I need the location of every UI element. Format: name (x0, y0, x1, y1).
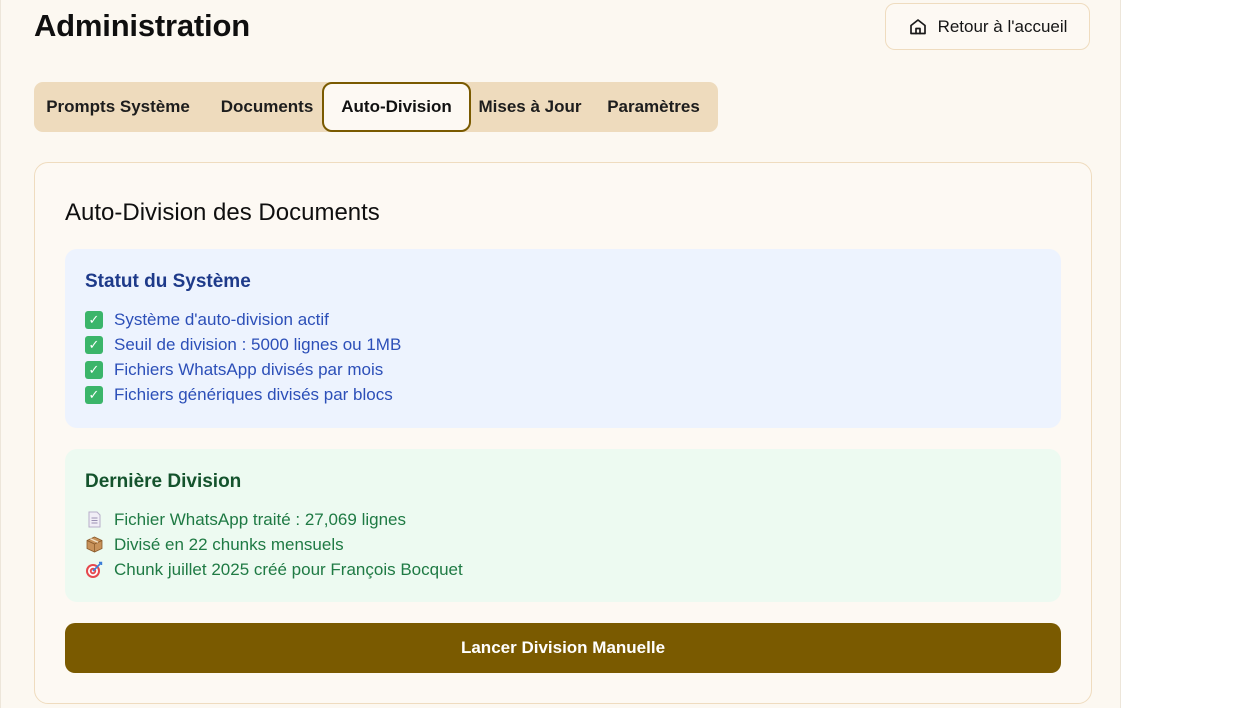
status-item-text: Système d'auto-division actif (114, 309, 329, 329)
status-item-text: Fichiers génériques divisés par blocs (114, 384, 393, 404)
status-item: ✓ Système d'auto-division actif (85, 307, 1041, 332)
admin-tabs: Prompts Système Documents Auto-Division … (34, 82, 718, 132)
last-division-panel: Dernière Division Fichier WhatsApp trait… (65, 449, 1061, 602)
card-title: Auto-Division des Documents (65, 199, 380, 226)
page-title: Administration (34, 8, 250, 43)
tab-prompts-systeme[interactable]: Prompts Système (44, 82, 192, 132)
last-division-item: Fichier WhatsApp traité : 27,069 lignes (85, 507, 1041, 532)
back-to-home-label: Retour à l'accueil (937, 16, 1068, 36)
status-item-text: Seuil de division : 5000 lignes ou 1MB (114, 334, 402, 354)
check-mark-icon: ✓ (85, 360, 103, 379)
admin-page: Administration Retour à l'accueil Prompt… (0, 0, 1121, 708)
tab-auto-division[interactable]: Auto-Division (322, 82, 471, 132)
system-status-panel: Statut du Système ✓ Système d'auto-divis… (65, 249, 1061, 428)
last-division-item: Divisé en 22 chunks mensuels (85, 532, 1041, 557)
manual-division-button[interactable]: Lancer Division Manuelle (65, 623, 1061, 673)
target-icon (85, 561, 103, 579)
last-division-title: Dernière Division (85, 471, 242, 492)
home-icon (908, 17, 928, 37)
system-status-title: Statut du Système (85, 271, 251, 292)
status-item-text: Fichiers WhatsApp divisés par mois (114, 359, 384, 379)
status-item: ✓ Seuil de division : 5000 lignes ou 1MB (85, 332, 1041, 357)
status-item: ✓ Fichiers WhatsApp divisés par mois (85, 357, 1041, 382)
check-mark-icon: ✓ (85, 310, 103, 329)
auto-division-card: Auto-Division des Documents Statut du Sy… (34, 162, 1092, 704)
last-division-item: Chunk juillet 2025 créé pour François Bo… (85, 557, 1041, 582)
last-division-item-text: Chunk juillet 2025 créé pour François Bo… (114, 559, 463, 579)
package-icon (85, 536, 103, 554)
tab-mises-a-jour[interactable]: Mises à Jour (471, 82, 589, 132)
status-item: ✓ Fichiers génériques divisés par blocs (85, 382, 1041, 407)
check-mark-icon: ✓ (85, 385, 103, 404)
back-to-home-button[interactable]: Retour à l'accueil (885, 3, 1090, 50)
last-division-item-text: Divisé en 22 chunks mensuels (114, 534, 344, 554)
document-icon (85, 511, 103, 529)
last-division-item-text: Fichier WhatsApp traité : 27,069 lignes (114, 509, 406, 529)
tab-parametres[interactable]: Paramètres (599, 82, 708, 132)
tab-documents[interactable]: Documents (212, 82, 322, 132)
check-mark-icon: ✓ (85, 335, 103, 354)
